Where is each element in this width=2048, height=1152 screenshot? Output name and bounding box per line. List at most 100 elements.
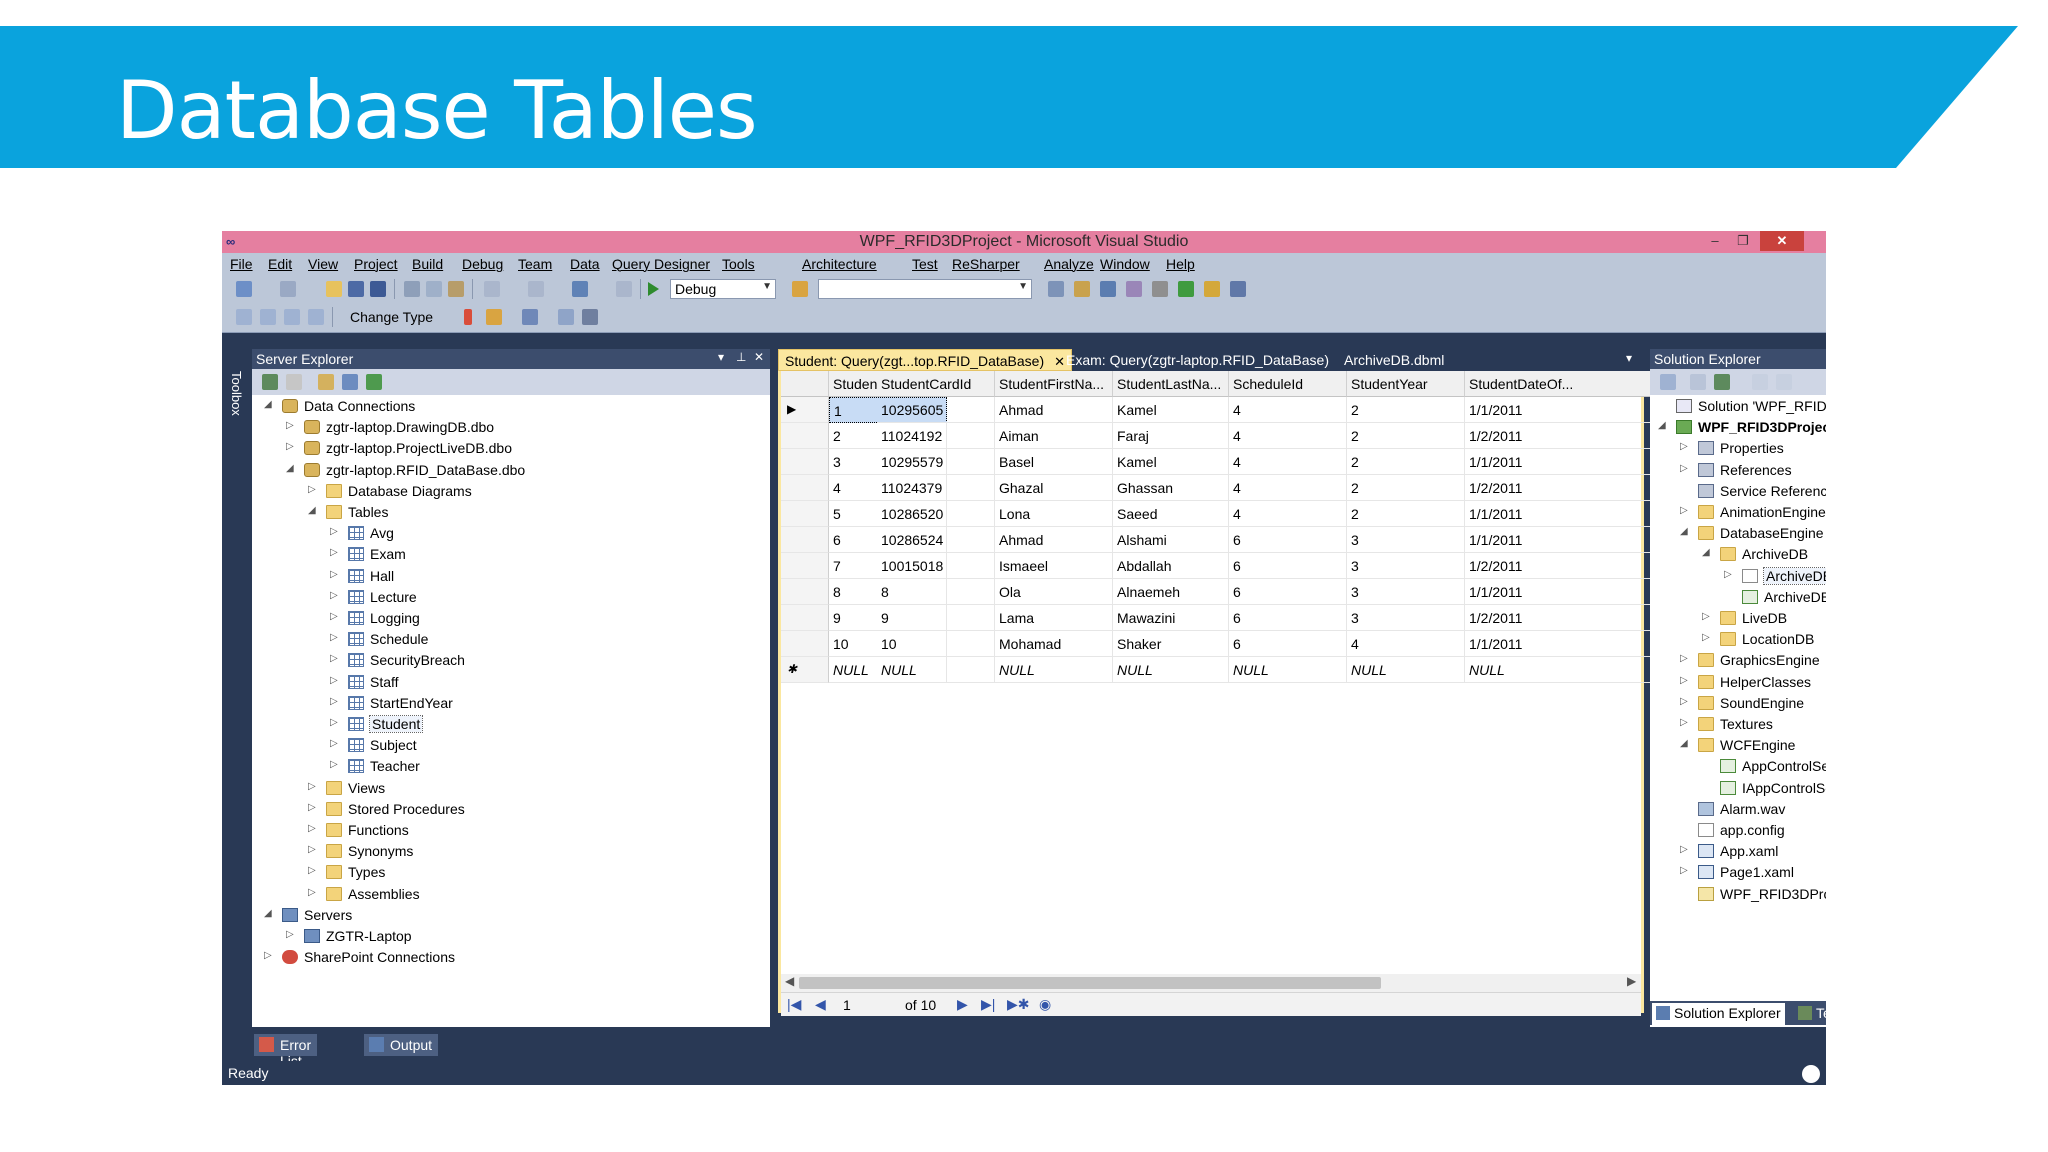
collapsed-arrow-icon[interactable]: ▷ bbox=[264, 950, 276, 961]
collapsed-arrow-icon[interactable]: ▷ bbox=[330, 590, 342, 601]
table-cell[interactable]: 2 bbox=[1347, 501, 1465, 527]
new-record-icon[interactable]: ▶✱ bbox=[1007, 996, 1030, 1013]
table-cell[interactable]: 3 bbox=[1347, 579, 1465, 605]
menu-view[interactable]: View bbox=[308, 256, 338, 272]
table-cell[interactable]: Abdallah bbox=[1113, 553, 1229, 579]
table-cell[interactable]: Alshami bbox=[1113, 527, 1229, 553]
menu-data[interactable]: Data bbox=[570, 256, 600, 272]
collapsed-arrow-icon[interactable]: ▷ bbox=[1680, 441, 1692, 452]
view-designer-icon[interactable] bbox=[1776, 374, 1792, 390]
tab-exam-query-zgtr-laptop-rfid-database[interactable]: Exam: Query(zgtr-laptop.RFID_DataBase) bbox=[1060, 349, 1335, 371]
undo-icon[interactable] bbox=[484, 281, 500, 297]
row-selector[interactable] bbox=[781, 501, 829, 527]
collapsed-arrow-icon[interactable]: ▷ bbox=[1702, 632, 1714, 643]
table-cell[interactable]: 10295579 bbox=[877, 449, 995, 475]
row-selector[interactable] bbox=[781, 371, 829, 397]
table-cell[interactable]: Faraj bbox=[1113, 423, 1229, 449]
table-cell[interactable]: Kamel bbox=[1113, 449, 1229, 475]
tools-icon[interactable] bbox=[1152, 281, 1168, 297]
table-cell[interactable]: Mawazini bbox=[1113, 605, 1229, 631]
first-record-icon[interactable]: |◀ bbox=[787, 996, 801, 1013]
new-project-icon[interactable] bbox=[236, 281, 252, 297]
expanded-arrow-icon[interactable]: ◢ bbox=[1680, 738, 1692, 749]
column-header[interactable]: StudentCardId bbox=[877, 371, 995, 397]
tab-student-query-zgt-top-rfid-database[interactable]: Student: Query(zgt...top.RFID_DataBase) ✕ bbox=[778, 349, 1073, 371]
scroll-right-icon[interactable]: ▶ bbox=[1627, 974, 1636, 988]
collapsed-arrow-icon[interactable]: ▷ bbox=[1680, 653, 1692, 664]
table-cell[interactable]: Ola bbox=[995, 579, 1113, 605]
open-file-icon[interactable] bbox=[326, 281, 342, 297]
collapsed-arrow-icon[interactable]: ▷ bbox=[308, 802, 320, 813]
table-cell[interactable]: NULL bbox=[1229, 657, 1347, 683]
pane-dropdown-icon[interactable]: ▾ bbox=[718, 350, 724, 364]
tab-team-explorer[interactable]: Team Explorer bbox=[1794, 1003, 1826, 1025]
table-cell[interactable]: 2 bbox=[1347, 449, 1465, 475]
find-combo[interactable]: ▼ bbox=[818, 279, 1032, 299]
collapsed-arrow-icon[interactable]: ▷ bbox=[1724, 569, 1736, 580]
table-cell[interactable]: Alnaemeh bbox=[1113, 579, 1229, 605]
view-code-icon[interactable] bbox=[1752, 374, 1768, 390]
collapsed-arrow-icon[interactable]: ▷ bbox=[1680, 696, 1692, 707]
menu-edit[interactable]: Edit bbox=[268, 256, 292, 272]
table-cell[interactable]: Kamel bbox=[1113, 397, 1229, 423]
collapsed-arrow-icon[interactable]: ▷ bbox=[330, 696, 342, 707]
collapsed-arrow-icon[interactable]: ▷ bbox=[308, 823, 320, 834]
save-icon[interactable] bbox=[348, 281, 364, 297]
menu-file[interactable]: File bbox=[230, 256, 253, 272]
row-selector[interactable] bbox=[781, 605, 829, 631]
column-header[interactable]: StudentYear bbox=[1347, 371, 1465, 397]
row-selector[interactable] bbox=[781, 527, 829, 553]
show-results-pane-icon[interactable] bbox=[308, 309, 324, 325]
navigate-forward-icon[interactable] bbox=[616, 281, 632, 297]
table-cell[interactable]: Ahmad bbox=[995, 527, 1113, 553]
table-cell[interactable]: 3 bbox=[1347, 605, 1465, 631]
command-window-icon[interactable] bbox=[1230, 281, 1246, 297]
collapsed-arrow-icon[interactable]: ▷ bbox=[308, 484, 320, 495]
row-selector[interactable]: ✱ bbox=[781, 657, 829, 683]
cut-icon[interactable] bbox=[404, 281, 420, 297]
menu-window[interactable]: Window bbox=[1100, 256, 1150, 272]
collapsed-arrow-icon[interactable]: ▷ bbox=[286, 420, 298, 431]
collapsed-arrow-icon[interactable]: ▷ bbox=[1680, 865, 1692, 876]
column-header[interactable]: ScheduleId bbox=[1229, 371, 1347, 397]
row-selector[interactable]: ▶ bbox=[781, 397, 829, 423]
collapsed-arrow-icon[interactable]: ▷ bbox=[330, 675, 342, 686]
menu-query-designer[interactable]: Query Designer bbox=[612, 256, 710, 272]
verify-sql-icon[interactable] bbox=[486, 309, 502, 325]
table-cell[interactable]: Lama bbox=[995, 605, 1113, 631]
collapsed-arrow-icon[interactable]: ▷ bbox=[330, 569, 342, 580]
expanded-arrow-icon[interactable]: ◢ bbox=[1702, 547, 1714, 558]
connect-to-database-icon[interactable] bbox=[318, 374, 334, 390]
table-cell[interactable]: 3 bbox=[1347, 527, 1465, 553]
collapsed-arrow-icon[interactable]: ▷ bbox=[1680, 717, 1692, 728]
row-selector[interactable] bbox=[781, 579, 829, 605]
table-cell[interactable]: 10286524 bbox=[877, 527, 995, 553]
column-header[interactable]: StudentLastNa... bbox=[1113, 371, 1229, 397]
row-selector[interactable] bbox=[781, 631, 829, 657]
properties-icon[interactable] bbox=[1660, 374, 1676, 390]
table-cell[interactable]: 9 bbox=[877, 605, 995, 631]
table-cell[interactable]: 11024192 bbox=[877, 423, 995, 449]
previous-record-icon[interactable]: ◀ bbox=[815, 996, 826, 1013]
table-cell[interactable]: 6 bbox=[1229, 553, 1347, 579]
horizontal-scrollbar[interactable]: ◀ ▶ bbox=[781, 974, 1641, 992]
add-item-icon[interactable] bbox=[280, 281, 296, 297]
show-criteria-pane-icon[interactable] bbox=[260, 309, 276, 325]
add-derived-table-icon[interactable] bbox=[582, 309, 598, 325]
expanded-arrow-icon[interactable]: ◢ bbox=[264, 399, 276, 410]
refresh-icon[interactable] bbox=[262, 374, 278, 390]
table-cell[interactable]: 6 bbox=[1229, 631, 1347, 657]
extension-manager-icon[interactable] bbox=[1204, 281, 1220, 297]
tab-error-list[interactable]: Error List bbox=[254, 1034, 318, 1069]
table-cell[interactable]: 2 bbox=[1347, 423, 1465, 449]
group-by-icon[interactable] bbox=[522, 309, 538, 325]
table-cell[interactable]: 2 bbox=[1347, 397, 1465, 423]
expanded-arrow-icon[interactable]: ◢ bbox=[1658, 420, 1670, 431]
table-cell[interactable]: NULL bbox=[995, 657, 1113, 683]
collapsed-arrow-icon[interactable]: ▷ bbox=[330, 759, 342, 770]
table-cell[interactable]: Basel bbox=[995, 449, 1113, 475]
menu-analyze[interactable]: Analyze bbox=[1044, 256, 1094, 272]
collapsed-arrow-icon[interactable]: ▷ bbox=[1680, 463, 1692, 474]
table-cell[interactable]: 4 bbox=[1229, 501, 1347, 527]
start-debugging-icon[interactable] bbox=[648, 282, 659, 296]
